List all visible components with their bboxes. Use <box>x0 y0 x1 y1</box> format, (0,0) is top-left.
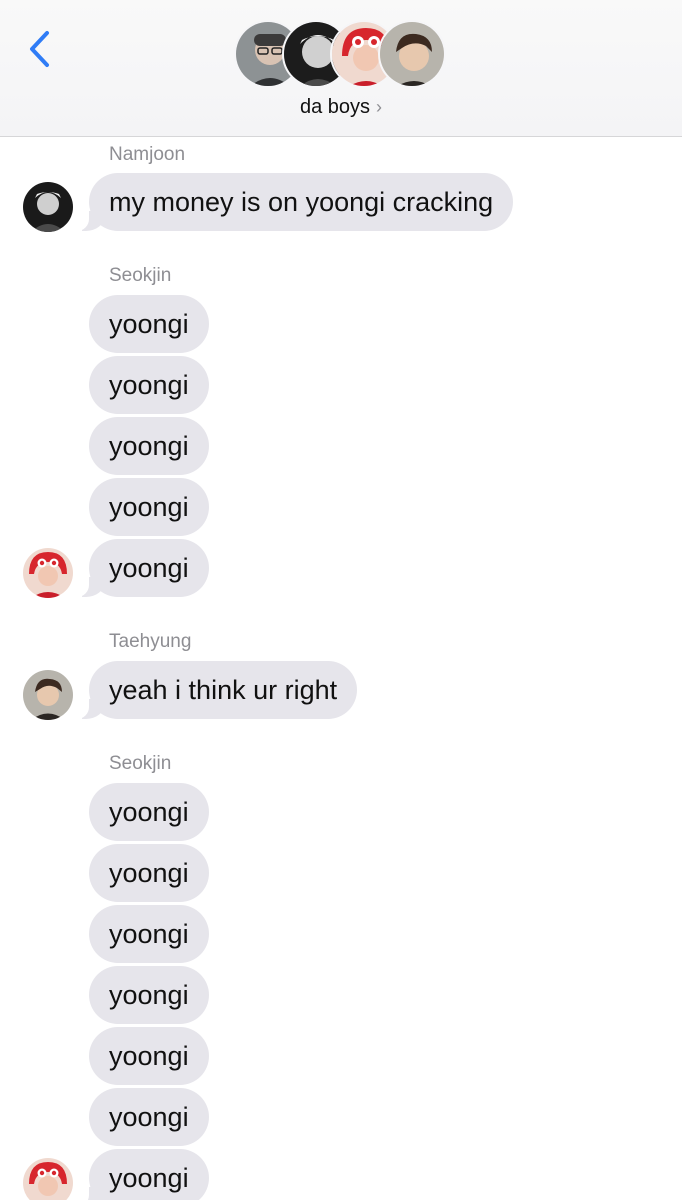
message-text: yoongi <box>109 430 189 461</box>
participant-avatar <box>378 20 446 88</box>
group-avatars[interactable] <box>234 20 448 90</box>
message-text: yoongi <box>109 796 189 827</box>
message-text: my money is on yoongi cracking <box>109 186 494 217</box>
sender-name: Taehyung <box>109 631 192 652</box>
chevron-left-icon <box>30 31 49 67</box>
chevron-right-icon: › <box>376 97 383 117</box>
message-text: yeah i think ur right <box>109 674 338 705</box>
message-bubble[interactable]: yoongi <box>89 417 209 475</box>
message-text: yoongi <box>109 491 189 522</box>
message-text: yoongi <box>109 308 189 339</box>
sender-avatar <box>23 182 73 232</box>
sender-name: Namjoon <box>109 144 186 165</box>
conversation-header: da boys › <box>0 0 682 137</box>
message-bubble[interactable]: my money is on yoongi cracking <box>76 173 514 231</box>
message-bubble[interactable]: yoongi <box>89 356 209 414</box>
message-text: yoongi <box>109 979 189 1010</box>
sender-avatar <box>23 1158 73 1200</box>
message-bubble[interactable]: yoongi <box>89 478 209 536</box>
message-text: yoongi <box>109 918 189 949</box>
message-bubble[interactable]: yoongi <box>89 844 209 902</box>
message-bubble[interactable]: yoongi <box>89 905 209 963</box>
sender-avatar <box>23 548 73 598</box>
sender-avatar <box>23 670 73 720</box>
message-text: yoongi <box>109 1162 189 1193</box>
message-bubble[interactable]: yoongi <box>89 783 209 841</box>
message-text: yoongi <box>109 369 189 400</box>
sender-name: Seokjin <box>109 753 172 774</box>
group-name: da boys <box>299 96 371 118</box>
message-bubble[interactable]: yoongi <box>77 539 209 597</box>
message-bubble[interactable]: yoongi <box>89 966 209 1024</box>
message-bubble[interactable]: yoongi <box>77 1149 209 1200</box>
message-bubble[interactable]: yoongi <box>89 295 209 353</box>
message-text: yoongi <box>109 1101 189 1132</box>
message-thread[interactable]: Namjoon my money is on yoongi cracking S… <box>0 137 682 1200</box>
message-bubble[interactable]: yoongi <box>89 1088 209 1146</box>
message-text: yoongi <box>109 1040 189 1071</box>
message-bubble[interactable]: yoongi <box>89 1027 209 1085</box>
back-button[interactable] <box>14 22 64 76</box>
message-bubble[interactable]: yeah i think ur right <box>76 661 358 719</box>
sender-name: Seokjin <box>109 265 172 286</box>
group-title-button[interactable]: da boys › <box>0 96 682 119</box>
message-text: yoongi <box>109 857 189 888</box>
message-text: yoongi <box>109 552 189 583</box>
